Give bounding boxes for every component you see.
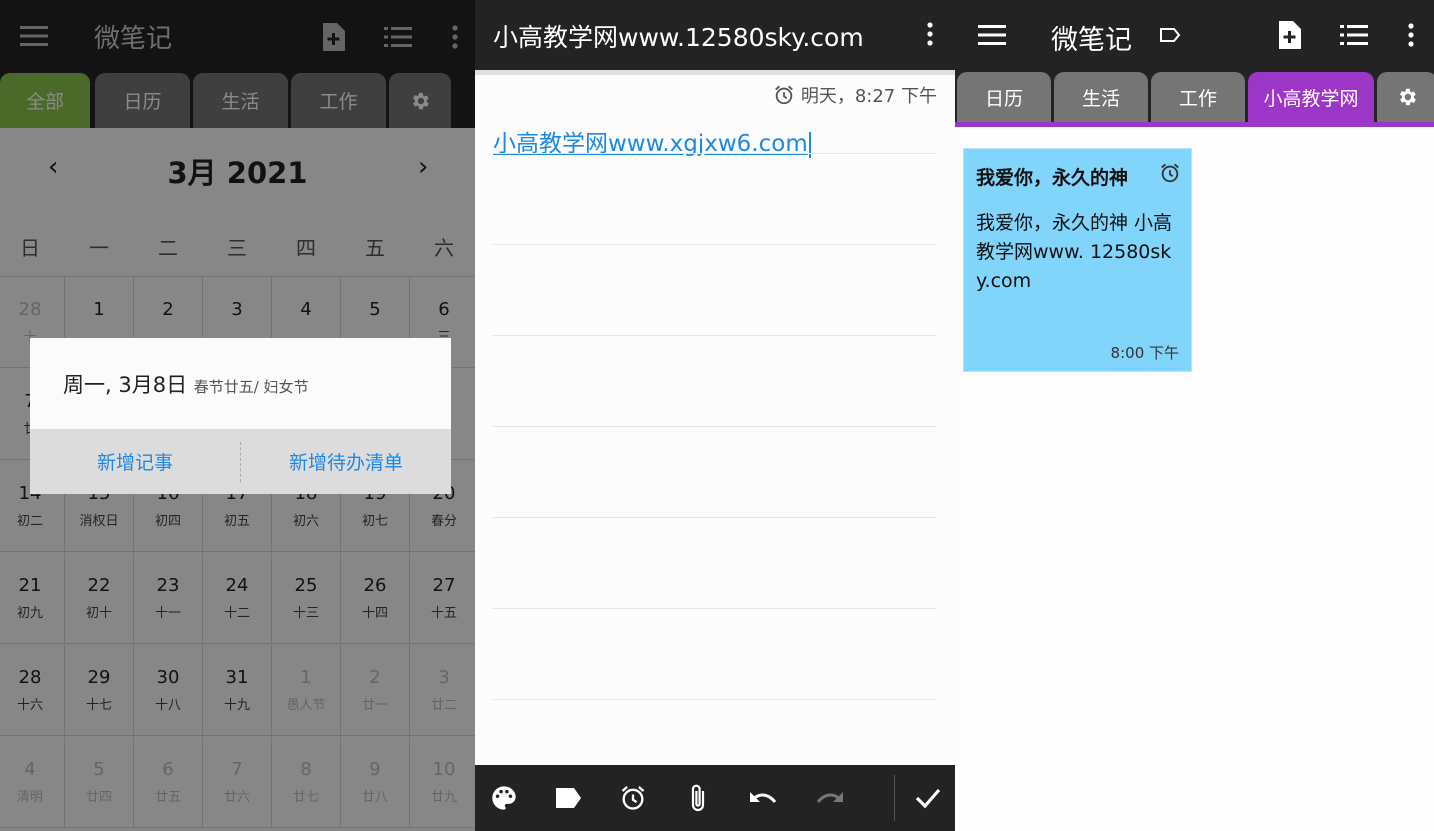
- ruled-line: [493, 517, 937, 518]
- divider: [475, 70, 955, 75]
- app-title: 微笔记: [1051, 25, 1132, 56]
- note-list-panel: 微笔记 日历 生活 工作 小高教学网 我爱你，永久的神 我爱你，永久的神 小高教…: [955, 0, 1434, 831]
- add-note-icon[interactable]: [1276, 20, 1302, 50]
- ruled-line: [493, 244, 937, 245]
- attachment-icon[interactable]: [685, 783, 711, 813]
- more-options-icon[interactable]: [1404, 20, 1418, 50]
- alarm-icon[interactable]: [618, 783, 648, 813]
- menu-icon[interactable]: [977, 22, 1007, 48]
- tab-xiaogao[interactable]: 小高教学网: [1248, 72, 1374, 122]
- add-note-button[interactable]: 新增记事: [30, 429, 240, 494]
- note-title[interactable]: 小高教学网www.12580sky.com: [493, 18, 864, 54]
- calendar-panel: 微笔记 全部 日历 生活 工作 ‹ 3月 2021 › 日一二三四五六 28十1…: [0, 0, 475, 831]
- note-card-title: 我爱你，永久的神: [976, 167, 1129, 189]
- list-view-icon[interactable]: [1339, 22, 1369, 48]
- alarm-icon: [774, 85, 793, 105]
- editor-panel: 小高教学网www.12580sky.com 明天，8:27 下午 小高教学网ww…: [475, 0, 955, 831]
- tab-work[interactable]: 工作: [1151, 72, 1245, 122]
- label-icon[interactable]: [553, 786, 583, 810]
- ruled-line: [493, 153, 937, 154]
- note-card-time: 8:00 下午: [1110, 344, 1179, 362]
- reminder-text: 明天，8:27 下午: [800, 86, 937, 107]
- tab-bar: 日历 生活 工作 小高教学网: [955, 72, 1434, 122]
- date-dialog: 周一, 3月8日 春节廿五/ 妇女节 新增记事 新增待办清单: [30, 338, 451, 494]
- reminder-chip[interactable]: 明天，8:27 下午: [773, 82, 937, 108]
- undo-icon[interactable]: [748, 787, 780, 809]
- dialog-actions: 新增记事 新增待办清单: [30, 429, 451, 494]
- active-tab-underline: [955, 122, 1434, 127]
- divider: [894, 775, 895, 821]
- alarm-icon: [1158, 161, 1182, 185]
- tab-calendar[interactable]: 日历: [957, 72, 1051, 122]
- redo-icon[interactable]: [813, 787, 845, 809]
- add-todo-button[interactable]: 新增待办清单: [241, 429, 451, 494]
- editor-toolbar: [475, 765, 955, 831]
- more-options-icon[interactable]: [923, 19, 937, 49]
- check-icon[interactable]: [913, 785, 943, 811]
- top-app-bar: 微笔记: [955, 0, 1434, 72]
- editor-app-bar: 小高教学网www.12580sky.com: [475, 0, 955, 70]
- note-card[interactable]: 我爱你，永久的神 我爱你，永久的神 小高教学网www. 12580sky.com…: [963, 148, 1192, 372]
- label-outline-icon[interactable]: [1157, 24, 1183, 46]
- note-card-body: 我爱你，永久的神 小高教学网www. 12580sky.com: [976, 212, 1173, 292]
- tab-settings[interactable]: [1377, 72, 1434, 122]
- palette-icon[interactable]: [489, 784, 519, 812]
- ruled-line: [493, 608, 937, 609]
- tab-life[interactable]: 生活: [1054, 72, 1148, 122]
- dialog-festival: 春节廿五/ 妇女节: [193, 378, 309, 396]
- gear-icon: [1400, 88, 1416, 106]
- ruled-line: [493, 335, 937, 336]
- dialog-date: 周一, 3月8日: [63, 373, 188, 397]
- dialog-title: 周一, 3月8日 春节廿五/ 妇女节: [63, 369, 309, 399]
- ruled-line: [493, 699, 937, 700]
- ruled-line: [493, 426, 937, 427]
